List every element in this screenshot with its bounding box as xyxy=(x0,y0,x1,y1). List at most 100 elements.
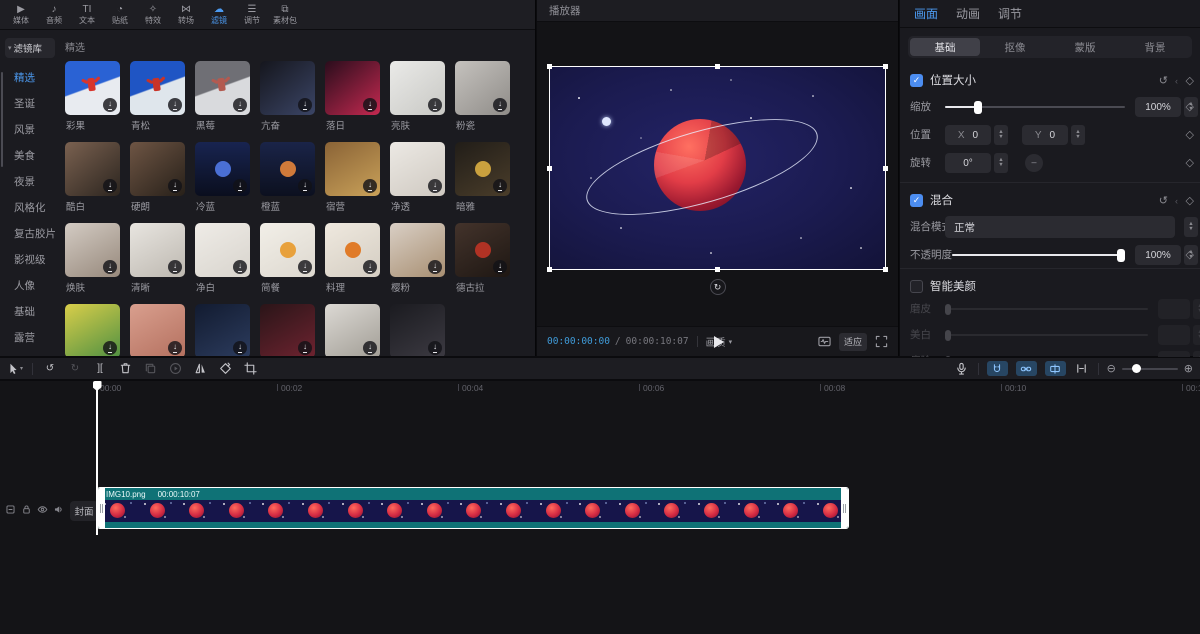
sidebar-item-夜景[interactable]: 夜景 xyxy=(0,168,58,194)
cover-button[interactable]: 封面 xyxy=(70,501,98,521)
filter-card-料理[interactable]: ↓ 料理 xyxy=(325,223,380,300)
download-icon[interactable]: ↓ xyxy=(298,260,312,274)
keyframe-prev-icon[interactable]: ‹ xyxy=(1175,190,1178,212)
timeline-area[interactable]: 00:0000:0200:0400:0600:0800:1000:12 封面 I… xyxy=(0,381,1200,634)
position-x-field[interactable]: X0 xyxy=(945,125,991,145)
download-icon[interactable]: ↓ xyxy=(363,260,377,274)
undo-button[interactable]: ↺ xyxy=(42,361,58,377)
toolbar-item-transition[interactable]: ⋈ 转场 xyxy=(173,0,199,30)
sidebar-item-精选[interactable]: 精选 xyxy=(0,64,58,90)
filter-card-亢奋[interactable]: ↓ 亢奋 xyxy=(260,61,315,138)
filter-card-彩果[interactable]: ↓ 彩果 xyxy=(65,61,120,138)
keyframe-icon[interactable]: ◇ xyxy=(1186,96,1194,118)
sidebar-item-基础[interactable]: 基础 xyxy=(0,298,58,324)
download-icon[interactable]: ↓ xyxy=(168,260,182,274)
video-canvas[interactable] xyxy=(549,66,886,270)
filter-card-净透[interactable]: ↓ 净透 xyxy=(390,142,445,219)
rotate-value-field[interactable]: 0° xyxy=(945,153,991,173)
select-tool[interactable]: ▾ xyxy=(7,361,23,377)
download-icon[interactable]: ↓ xyxy=(168,341,182,355)
filter-card-暮色[interactable]: ↓ 暮色 xyxy=(130,304,185,356)
sidebar-item-风格化[interactable]: 风格化 xyxy=(0,194,58,220)
linkage-toggle[interactable] xyxy=(1016,361,1037,376)
crop-button[interactable] xyxy=(242,361,258,377)
position-checkbox[interactable]: ✓ xyxy=(910,74,923,87)
rotate-dial[interactable]: – xyxy=(1025,154,1043,172)
sidebar-item-风景[interactable]: 风景 xyxy=(0,116,58,142)
inspector-tab-画面[interactable]: 画面 xyxy=(914,5,938,22)
filter-card-江浙沪[interactable]: ↓ 江浙沪 xyxy=(260,304,315,356)
filter-card-宿营[interactable]: ↓ 宿营 xyxy=(325,142,380,219)
download-icon[interactable]: ↓ xyxy=(233,98,247,112)
opacity-slider[interactable] xyxy=(952,244,1125,266)
filter-card-暗夜[interactable]: ↓ 暗夜 xyxy=(195,304,250,356)
timeline-ruler[interactable]: 00:0000:0200:0400:0600:0800:1000:12 xyxy=(0,381,1200,395)
filter-card-黑金[interactable]: ↓ 黑金 xyxy=(325,304,380,356)
play-button[interactable] xyxy=(711,335,725,349)
filter-card-硬朗[interactable]: ↓ 硬朗 xyxy=(130,142,185,219)
inspector-subtab-背景[interactable]: 背景 xyxy=(1120,38,1190,56)
collapse-track-icon[interactable] xyxy=(5,504,16,515)
beauty-value-field[interactable] xyxy=(1158,299,1190,319)
clip-trim-handle-left[interactable] xyxy=(98,488,105,528)
position-x-stepper[interactable]: ▲▼ xyxy=(994,125,1008,145)
fullscreen-icon[interactable] xyxy=(875,335,888,348)
beauty-slider[interactable] xyxy=(945,298,1148,320)
video-clip[interactable]: IMG10.png 00:00:10:07 xyxy=(97,487,849,529)
keyframe-icon[interactable]: ◇ xyxy=(1186,124,1194,146)
inspector-subtab-基础[interactable]: 基础 xyxy=(910,38,980,56)
split-button[interactable]: ][ xyxy=(92,361,108,377)
zoom-out-icon[interactable]: ⊖ xyxy=(1107,362,1116,375)
selection-handle-s[interactable] xyxy=(715,267,720,272)
blend-checkbox[interactable]: ✓ xyxy=(910,194,923,207)
filter-card-橙蓝[interactable]: ↓ 橙蓝 xyxy=(260,142,315,219)
download-icon[interactable]: ↓ xyxy=(493,179,507,193)
auto-snap-toggle[interactable] xyxy=(987,361,1008,376)
download-icon[interactable]: ↓ xyxy=(298,179,312,193)
filter-card-青松[interactable]: ↓ 青松 xyxy=(130,61,185,138)
keyframe-prev-icon[interactable]: ‹ xyxy=(1175,70,1178,92)
download-icon[interactable]: ↓ xyxy=(298,341,312,355)
download-icon[interactable]: ↓ xyxy=(363,341,377,355)
download-icon[interactable]: ↓ xyxy=(103,341,117,355)
download-icon[interactable]: ↓ xyxy=(103,260,117,274)
clip-trim-handle-right[interactable] xyxy=(841,488,848,528)
sidebar-scrollbar[interactable] xyxy=(1,72,3,167)
selection-handle-se[interactable] xyxy=(883,267,888,272)
beauty-checkbox[interactable] xyxy=(910,280,923,293)
preview-axis-toggle[interactable] xyxy=(1045,361,1066,376)
filter-card-净白[interactable]: ↓ 净白 xyxy=(195,223,250,300)
inspector-tab-动画[interactable]: 动画 xyxy=(956,5,980,22)
sidebar-item-美食[interactable]: 美食 xyxy=(0,142,58,168)
zoom-in-icon[interactable]: ⊕ xyxy=(1184,362,1193,375)
inspector-subtab-蒙版[interactable]: 蒙版 xyxy=(1050,38,1120,56)
filter-card-樱粉[interactable]: ↓ 樱粉 xyxy=(390,223,445,300)
keyframe-icon[interactable]: ◇ xyxy=(1186,70,1194,92)
filter-card-冷蓝[interactable]: ↓ 冷蓝 xyxy=(195,142,250,219)
download-icon[interactable]: ↓ xyxy=(428,260,442,274)
download-icon[interactable]: ↓ xyxy=(103,179,117,193)
toolbar-item-effects[interactable]: ✧ 特效 xyxy=(140,0,166,30)
sidebar-item-露营[interactable]: 露营 xyxy=(0,324,58,350)
blend-mode-stepper[interactable]: ▲▼ xyxy=(1184,217,1198,237)
download-icon[interactable]: ↓ xyxy=(103,98,117,112)
filter-card-焕肤[interactable]: ↓ 焕肤 xyxy=(65,223,120,300)
toolbar-item-text[interactable]: TI 文本 xyxy=(74,0,100,30)
freeze-frame-button[interactable] xyxy=(167,361,183,377)
blend-mode-dropdown[interactable]: 正常 xyxy=(945,216,1175,238)
toolbar-item-sticker[interactable]: ◔ 贴纸 xyxy=(107,0,133,30)
selection-handle-w[interactable] xyxy=(547,166,552,171)
download-icon[interactable]: ↓ xyxy=(493,260,507,274)
download-icon[interactable]: ↓ xyxy=(428,341,442,355)
record-voice-button[interactable] xyxy=(954,361,970,377)
position-y-stepper[interactable]: ▲▼ xyxy=(1071,125,1085,145)
sidebar-item-圣诞[interactable]: 圣诞 xyxy=(0,90,58,116)
filter-card-德古拉[interactable]: ↓ 德古拉 xyxy=(455,223,510,300)
mute-track-icon[interactable] xyxy=(53,504,64,515)
beauty-stepper[interactable]: ▲▼ xyxy=(1193,299,1200,319)
toolbar-item-adjust[interactable]: ☰ 调节 xyxy=(239,0,265,30)
sidebar-item-复古胶片[interactable]: 复古胶片 xyxy=(0,220,58,246)
hide-track-icon[interactable] xyxy=(37,504,48,515)
inspector-tab-调节[interactable]: 调节 xyxy=(998,5,1022,22)
keyframe-icon[interactable]: ◇ xyxy=(1186,190,1194,212)
